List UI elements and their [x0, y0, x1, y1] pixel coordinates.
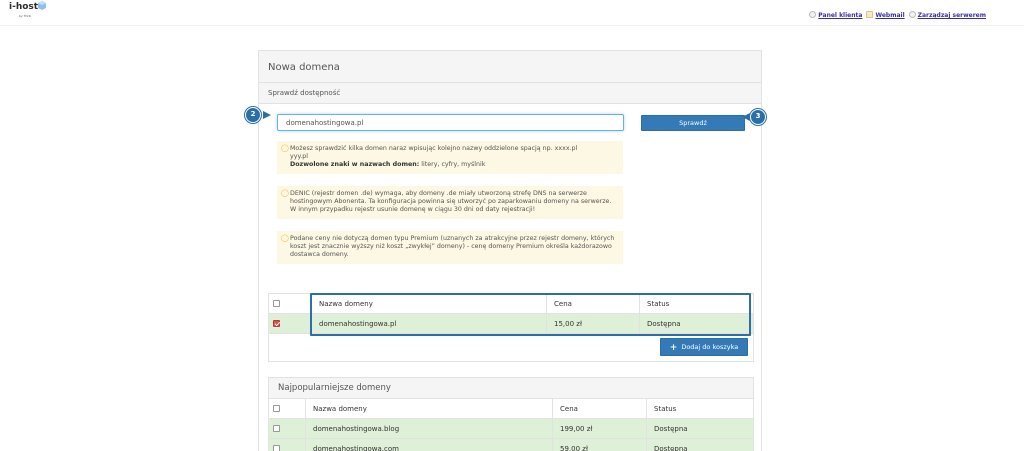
column-header: Cena — [552, 399, 646, 419]
column-header: Status — [639, 294, 753, 314]
logo[interactable]: i-host — [9, 3, 38, 12]
domain-name-cell: domenahostingowa.pl — [311, 314, 546, 334]
arrow-left-icon — [742, 113, 750, 121]
row-checkbox[interactable] — [273, 445, 280, 451]
step-marker-3: 3 — [750, 109, 766, 125]
status-cell: Dostępna — [639, 314, 753, 334]
info-note-premium: ◯ Podane ceny nie dotyczą domen typu Pre… — [277, 231, 623, 264]
status-cell: Dostępna — [646, 419, 753, 439]
domain-name-cell: domenahostingowa.com — [305, 439, 552, 451]
panel-subtitle: Sprawdź dostępność — [259, 83, 761, 104]
panel-link-item[interactable]: Panel klienta — [809, 11, 862, 19]
webmail-link[interactable]: Webmail — [875, 12, 904, 19]
column-header: Cena — [546, 294, 639, 314]
results-table: Nazwa domeny Cena Status domenahostingow… — [268, 293, 754, 362]
row-checkbox[interactable] — [273, 425, 280, 432]
panel-title: Nowa domena — [259, 51, 761, 83]
arrow-right-icon — [263, 111, 271, 119]
globe-icon — [809, 11, 817, 18]
panel-klienta-link[interactable]: Panel klienta — [818, 12, 862, 19]
select-all-checkbox[interactable] — [273, 405, 280, 412]
status-cell: Dostępna — [646, 439, 753, 451]
info-note-multiple: ◯ Możesz sprawdzić kilka domen naraz wpi… — [277, 141, 623, 174]
server-link-item[interactable]: Zarządzaj serwerem — [908, 11, 986, 19]
domain-search-input[interactable]: domenahostingowa.pl — [277, 114, 624, 131]
new-domain-panel: Nowa domena Sprawdź dostępność domenahos… — [258, 50, 762, 451]
column-header: Status — [646, 399, 753, 419]
webmail-link-item[interactable]: Webmail — [866, 11, 905, 19]
row-checkbox[interactable] — [273, 320, 280, 327]
step-marker-2: 2 — [245, 107, 261, 123]
select-all-checkbox[interactable] — [273, 300, 280, 307]
table-row[interactable]: domenahostingowa.com 59,00 zł Dostępna — [269, 439, 753, 451]
table-header-row: Nazwa domeny Cena Status — [269, 294, 753, 314]
lightbulb-icon: ◯ — [281, 189, 289, 197]
mail-icon — [866, 11, 874, 18]
table-header-row: Nazwa domeny Cena Status — [269, 399, 753, 419]
server-icon — [908, 11, 916, 18]
column-header: Nazwa domeny — [311, 294, 546, 314]
table-row[interactable]: domenahostingowa.blog 199,00 zł Dostępna — [269, 419, 753, 439]
lightbulb-icon: ◯ — [281, 144, 289, 152]
price-cell: 59,00 zł — [552, 439, 646, 451]
logo-subtitle: by Thrill — [19, 14, 32, 18]
top-bar: i-host by Thrill Panel klienta Webmail Z… — [0, 0, 1024, 26]
cube-icon — [38, 1, 46, 10]
results-footer: + Dodaj do koszyka — [269, 334, 753, 361]
price-cell: 15,00 zł — [546, 314, 639, 334]
add-to-cart-button[interactable]: + Dodaj do koszyka — [660, 338, 748, 356]
top-links: Panel klienta Webmail Zarządzaj serwerem — [809, 11, 986, 19]
table-row[interactable]: domenahostingowa.pl 15,00 zł Dostępna — [269, 314, 753, 334]
plus-icon: + — [669, 343, 678, 353]
lightbulb-icon: ◯ — [281, 234, 289, 242]
domain-name-cell: domenahostingowa.blog — [305, 419, 552, 439]
popular-domains-section: Najpopularniejsze domeny Nazwa domeny Ce… — [268, 377, 754, 451]
info-note-denic: ◯ DENIC (rejestr domen .de) wymaga, aby … — [277, 186, 623, 219]
price-cell: 199,00 zł — [552, 419, 646, 439]
popular-domains-title: Najpopularniejsze domeny — [269, 378, 753, 399]
manage-server-link[interactable]: Zarządzaj serwerem — [918, 12, 986, 19]
check-availability-button[interactable]: Sprawdź — [641, 115, 745, 131]
column-header: Nazwa domeny — [305, 399, 552, 419]
